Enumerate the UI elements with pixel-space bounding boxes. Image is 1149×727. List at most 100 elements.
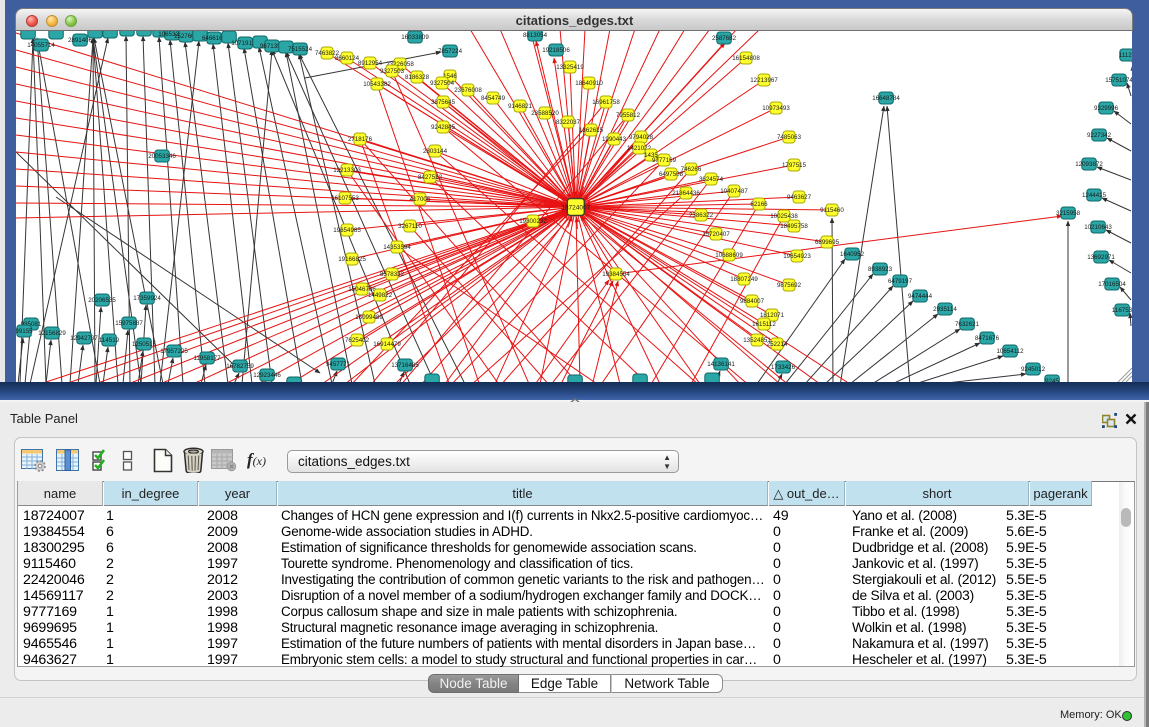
svg-text:16099489: 16099489: [355, 314, 383, 321]
svg-text:9875692: 9875692: [777, 282, 802, 289]
svg-text:19654985: 19654985: [333, 227, 361, 234]
svg-text:1449822: 1449822: [368, 292, 393, 299]
svg-text:7632621: 7632621: [955, 321, 980, 328]
svg-text:9242845: 9242845: [431, 124, 456, 131]
svg-text:11958177: 11958177: [193, 355, 221, 362]
svg-text:417006: 417006: [410, 196, 431, 203]
svg-text:9329996: 9329996: [1094, 105, 1119, 112]
svg-text:16648784: 16648784: [872, 95, 900, 102]
svg-text:17016504: 17016504: [1098, 281, 1126, 288]
svg-text:19166825: 19166825: [338, 256, 366, 263]
svg-text:9463627: 9463627: [787, 194, 812, 201]
svg-text:3267110: 3267110: [398, 223, 422, 230]
svg-text:9227342: 9227342: [1087, 132, 1112, 139]
svg-text:16961758: 16961758: [592, 99, 620, 106]
svg-text:8322037: 8322037: [556, 119, 581, 126]
svg-text:99155: 99155: [16, 328, 33, 335]
svg-text:9327503: 9327503: [380, 68, 405, 75]
svg-text:6497508: 6497508: [659, 171, 684, 178]
svg-text:8938923: 8938923: [868, 266, 893, 273]
svg-text:12213303: 12213303: [333, 167, 361, 174]
svg-text:10654112: 10654112: [996, 348, 1024, 355]
svg-text:3875645: 3875645: [431, 99, 456, 106]
svg-text:9777169: 9777169: [652, 157, 677, 164]
svg-text:19300232: 19300232: [519, 218, 547, 225]
svg-text:15720407: 15720407: [702, 231, 730, 238]
svg-text:16033809: 16033809: [401, 34, 429, 41]
svg-text:10973493: 10973493: [762, 105, 790, 112]
svg-text:2891406: 2891406: [68, 37, 93, 44]
svg-text:18495758: 18495758: [780, 223, 808, 230]
svg-text:16107553: 16107553: [331, 195, 359, 202]
svg-text:8912954: 8912954: [358, 60, 383, 67]
svg-text:10688609: 10688609: [715, 252, 743, 259]
svg-text:2935114: 2935114: [933, 306, 957, 313]
svg-text:10407487: 10407487: [720, 188, 748, 195]
svg-text:19654923: 19654923: [783, 253, 811, 260]
svg-text:21364436: 21364436: [672, 190, 700, 197]
svg-text:8427512: 8427512: [418, 174, 443, 181]
svg-text:13716485: 13716485: [391, 362, 419, 369]
svg-text:23588520: 23588520: [531, 110, 559, 117]
svg-text:1797515: 1797515: [782, 162, 807, 169]
svg-text:19384554: 19384554: [602, 271, 630, 278]
svg-text:1250515: 1250515: [132, 341, 157, 348]
svg-text:746266: 746266: [681, 166, 702, 173]
svg-text:7955812: 7955812: [616, 112, 641, 119]
svg-text:6479197: 6479197: [888, 278, 913, 285]
svg-text:13692971: 13692971: [1087, 254, 1115, 261]
svg-text:8454749: 8454749: [481, 95, 506, 102]
svg-text:9146821: 9146821: [508, 103, 533, 110]
svg-text:9457771: 9457771: [326, 361, 351, 368]
svg-text:20053346: 20053346: [148, 153, 176, 160]
svg-text:17957225: 17957225: [160, 348, 188, 355]
svg-text:2386322: 2386322: [689, 212, 714, 219]
svg-text:12942737: 12942737: [70, 335, 98, 342]
svg-text:16914479: 16914479: [373, 341, 401, 348]
svg-text:10025438: 10025438: [770, 213, 798, 220]
svg-text:12213967: 12213967: [750, 77, 778, 84]
svg-text:7625402: 7625402: [345, 337, 370, 344]
svg-text:20206535: 20206535: [88, 297, 116, 304]
svg-text:18724007: 18724007: [561, 204, 590, 211]
svg-text:1615112: 1615112: [752, 321, 776, 328]
svg-text:9474444: 9474444: [908, 293, 933, 300]
svg-text:7515524: 7515524: [288, 46, 313, 53]
svg-text:8578332: 8578332: [380, 271, 405, 278]
svg-text:7857224: 7857224: [438, 48, 463, 55]
svg-text:9115460: 9115460: [820, 207, 844, 214]
svg-text:10543382: 10543382: [363, 81, 391, 88]
svg-text:12156829: 12156829: [38, 330, 66, 337]
svg-text:16782759: 16782759: [226, 363, 254, 370]
svg-text:14055714: 14055714: [27, 42, 55, 49]
svg-text:62166: 62166: [750, 201, 768, 208]
svg-text:19218506: 19218506: [542, 47, 570, 54]
svg-text:11125: 11125: [1119, 52, 1132, 59]
svg-text:15751074: 15751074: [1105, 77, 1132, 84]
svg-text:10210643: 10210643: [1084, 224, 1112, 231]
svg-text:16154808: 16154808: [732, 55, 760, 62]
svg-text:3215958: 3215958: [1056, 210, 1081, 217]
svg-text:9245012: 9245012: [1021, 366, 1046, 373]
svg-text:15975887: 15975887: [115, 320, 143, 327]
svg-text:9794028: 9794028: [629, 134, 654, 141]
svg-text:114519: 114519: [99, 337, 120, 344]
svg-text:14136141: 14136141: [707, 361, 735, 368]
svg-text:2803144: 2803144: [423, 148, 448, 155]
svg-text:17359924: 17359924: [133, 295, 161, 302]
svg-text:2587682: 2587682: [712, 35, 737, 42]
svg-text:7485063: 7485063: [777, 134, 802, 141]
svg-text:6899695: 6899695: [815, 239, 840, 246]
svg-text:1244415: 1244415: [1082, 192, 1107, 199]
svg-text:9884007: 9884007: [740, 298, 765, 305]
svg-text:1990443: 1990443: [602, 136, 627, 143]
svg-text:2718176: 2718176: [348, 136, 373, 143]
svg-text:252214: 252214: [767, 341, 788, 348]
svg-text:18807249: 18807249: [730, 276, 758, 283]
svg-text:8813054: 8813054: [523, 32, 548, 39]
svg-text:116753: 116753: [1112, 307, 1132, 314]
svg-text:12093872: 12093872: [1075, 161, 1103, 168]
svg-text:1640952: 1640952: [840, 251, 865, 258]
svg-text:18640910: 18640910: [575, 80, 603, 87]
svg-text:8471676: 8471676: [975, 335, 1000, 342]
